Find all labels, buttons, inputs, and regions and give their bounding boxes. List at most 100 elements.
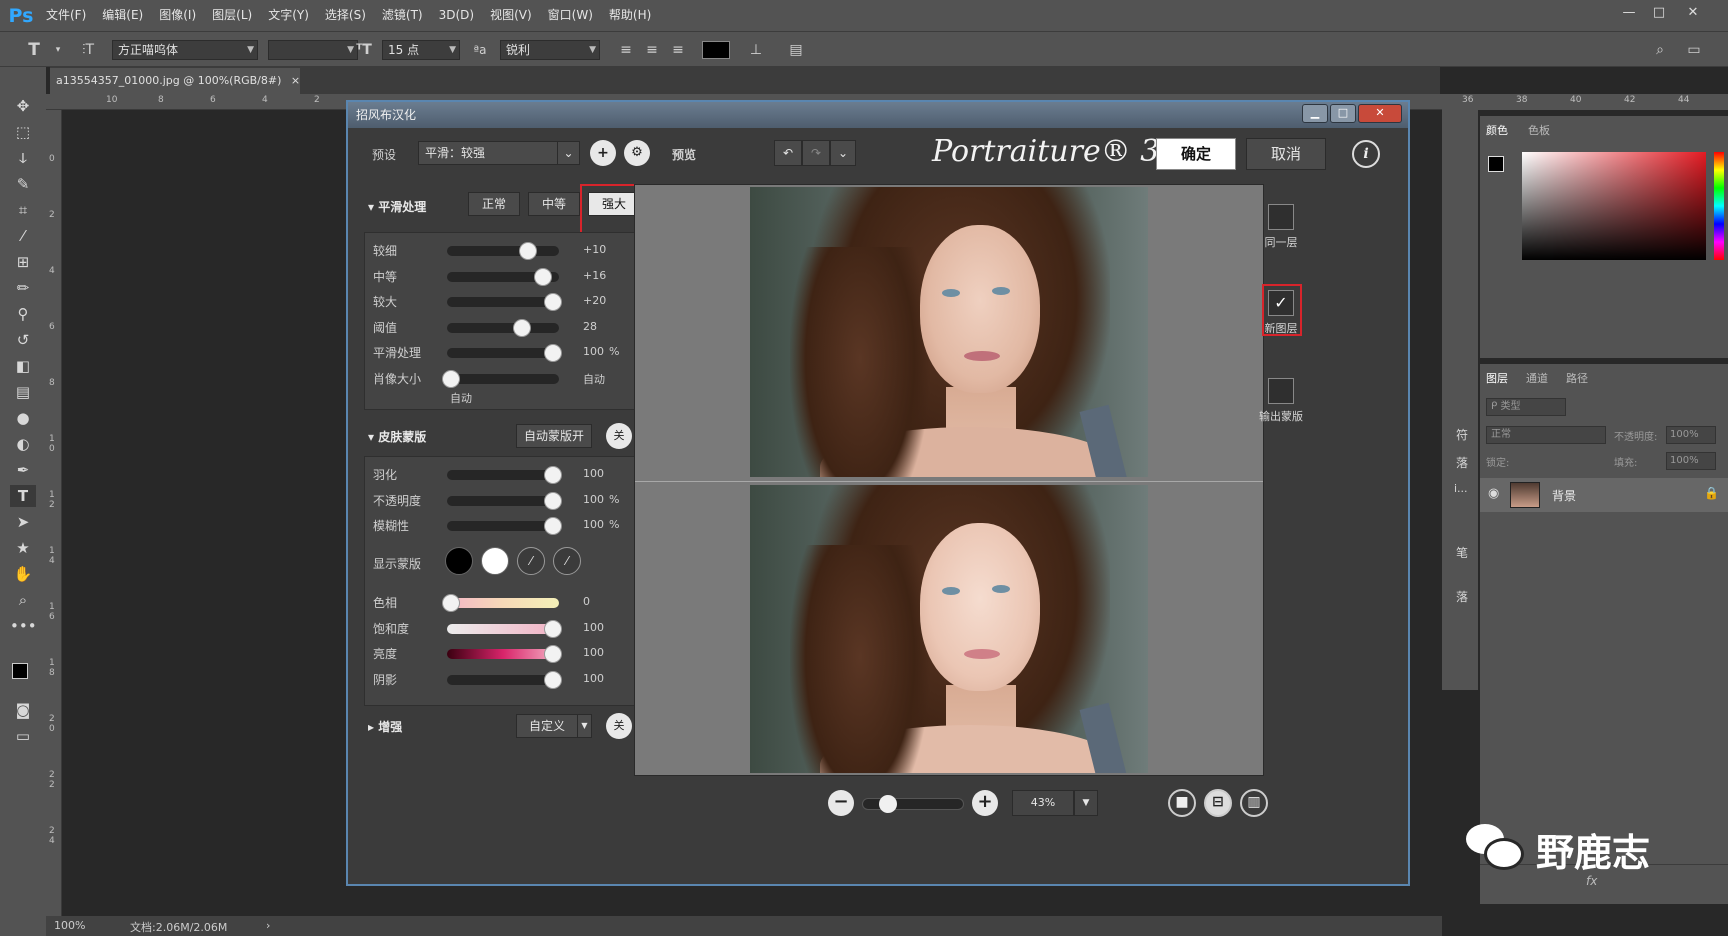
foreground-color-swatch[interactable] bbox=[12, 663, 28, 679]
stamp-tool-icon[interactable]: ⚲ bbox=[10, 303, 36, 325]
layer-row[interactable]: ◉ 背景 🔒 bbox=[1480, 478, 1728, 512]
eraser-tool-icon[interactable]: ◧ bbox=[10, 355, 36, 377]
zoom-level[interactable]: 100% bbox=[54, 919, 85, 932]
type-tool-icon[interactable]: T bbox=[24, 40, 44, 60]
menu-3d[interactable]: 3D(D) bbox=[431, 0, 482, 31]
hand-tool-icon[interactable]: ✋ bbox=[10, 563, 36, 585]
menu-edit[interactable]: 编辑(E) bbox=[94, 0, 151, 31]
undo-icon[interactable]: ↶ bbox=[774, 140, 802, 166]
slider-knob[interactable] bbox=[544, 619, 563, 638]
zoom-dropdown-icon[interactable]: ▼ bbox=[1074, 790, 1098, 816]
more-tools-icon[interactable]: ••• bbox=[10, 615, 37, 637]
enhance-section-header[interactable]: ▸ 增强 bbox=[368, 718, 402, 735]
menu-window[interactable]: 窗口(W) bbox=[540, 0, 601, 31]
smoothing-section-header[interactable]: ▾ 平滑处理 bbox=[368, 198, 426, 215]
preview-area[interactable] bbox=[634, 184, 1264, 776]
quick-mask-icon[interactable]: ◙ bbox=[10, 699, 36, 721]
pen-tool-icon[interactable]: ✒ bbox=[10, 459, 36, 481]
marquee-tool-icon[interactable]: ⬚ bbox=[10, 121, 36, 143]
visibility-eye-icon[interactable]: ◉ bbox=[1488, 486, 1499, 501]
mask-white-swatch[interactable] bbox=[481, 547, 509, 575]
mask-black-swatch[interactable] bbox=[445, 547, 473, 575]
slider-track[interactable] bbox=[447, 645, 563, 663]
enhance-toggle[interactable]: 关 bbox=[606, 713, 632, 739]
move-tool-icon[interactable]: ✥ bbox=[10, 95, 36, 117]
history-dropdown-icon[interactable]: ⌄ bbox=[830, 140, 856, 166]
color-spectrum-field[interactable] bbox=[1522, 152, 1706, 260]
slider-track[interactable] bbox=[447, 670, 563, 689]
zoom-tool-icon[interactable]: ⌕ bbox=[10, 589, 36, 611]
split-vertical-view-icon[interactable]: ▥ bbox=[1240, 789, 1268, 817]
same-layer-checkbox[interactable] bbox=[1268, 204, 1294, 230]
fill-field[interactable]: 100% bbox=[1666, 452, 1716, 470]
slider-track[interactable] bbox=[447, 491, 563, 510]
redo-icon[interactable]: ↷ bbox=[802, 140, 830, 166]
ok-button[interactable]: 确定 bbox=[1156, 138, 1236, 170]
slider-knob[interactable] bbox=[544, 645, 563, 663]
panel-foreground-swatch[interactable] bbox=[1488, 156, 1504, 172]
slider-knob[interactable] bbox=[544, 466, 563, 484]
layer-filter-select[interactable]: ᑭ 类型 bbox=[1486, 398, 1566, 416]
slider-track[interactable] bbox=[447, 344, 563, 362]
cancel-button[interactable]: 取消 bbox=[1246, 138, 1326, 170]
layer-name[interactable]: 背景 bbox=[1552, 487, 1576, 504]
slider-knob[interactable] bbox=[513, 318, 532, 337]
close-button[interactable]: ✕ bbox=[1680, 3, 1706, 23]
quick-select-tool-icon[interactable]: ✎ bbox=[10, 173, 36, 195]
zoom-slider[interactable] bbox=[862, 795, 964, 813]
slider-track[interactable] bbox=[442, 594, 559, 612]
slider-knob[interactable] bbox=[544, 293, 563, 311]
warp-text-icon[interactable]: ⊥ bbox=[746, 40, 766, 60]
slider-track[interactable] bbox=[447, 293, 563, 311]
tab-layers[interactable]: 图层 bbox=[1486, 370, 1508, 386]
shape-tool-icon[interactable]: ★ bbox=[10, 537, 36, 559]
menu-type[interactable]: 文字(Y) bbox=[260, 0, 317, 31]
workspace-icon[interactable]: ▭ bbox=[1684, 40, 1704, 60]
slider-track[interactable] bbox=[447, 267, 559, 286]
settings-gear-icon[interactable]: ⚙ bbox=[624, 140, 650, 166]
document-tab[interactable]: a13554357_01000.jpg @ 100%(RGB/8#) × bbox=[50, 68, 300, 94]
blend-mode-select[interactable]: 正常 bbox=[1486, 426, 1606, 444]
brush-tool-icon[interactable]: ✏ bbox=[10, 277, 36, 299]
slider-knob[interactable] bbox=[544, 491, 563, 510]
collapsed-panel-label[interactable]: 笔 bbox=[1456, 544, 1468, 561]
slider-knob[interactable] bbox=[544, 344, 563, 362]
search-icon[interactable]: ⌕ bbox=[1650, 40, 1670, 60]
tab-swatches[interactable]: 色板 bbox=[1528, 122, 1550, 138]
slider-knob[interactable] bbox=[518, 242, 537, 260]
zoom-in-icon[interactable]: + bbox=[972, 790, 998, 816]
minimize-button[interactable]: — bbox=[1616, 3, 1642, 23]
dodge-tool-icon[interactable]: ◐ bbox=[10, 433, 36, 455]
enhance-preset-select[interactable]: 自定义 ▼ bbox=[516, 714, 592, 738]
screen-mode-icon[interactable]: ▭ bbox=[10, 725, 36, 747]
add-preset-icon[interactable]: + bbox=[590, 140, 616, 166]
align-left-icon[interactable]: ≡ bbox=[616, 40, 636, 60]
slider-track[interactable] bbox=[447, 517, 563, 535]
collapsed-panel-label[interactable]: 落 bbox=[1456, 454, 1468, 471]
output-mask-checkbox[interactable] bbox=[1268, 378, 1294, 404]
slider-track[interactable] bbox=[447, 619, 563, 638]
opacity-field[interactable]: 100% bbox=[1666, 426, 1716, 444]
slider-knob[interactable] bbox=[442, 594, 461, 612]
close-tab-icon[interactable]: × bbox=[291, 74, 300, 87]
single-view-icon[interactable]: ■ bbox=[1168, 789, 1196, 817]
tab-channels[interactable]: 通道 bbox=[1526, 370, 1548, 386]
skin-mask-section-header[interactable]: ▾ 皮肤蒙版 bbox=[368, 428, 426, 445]
zoom-out-icon[interactable]: − bbox=[828, 790, 854, 816]
character-panel-icon[interactable]: ▤ bbox=[786, 40, 806, 60]
collapsed-panel-label[interactable]: i... bbox=[1454, 482, 1468, 495]
tool-preset-dropdown-icon[interactable]: ▾ bbox=[48, 40, 68, 60]
eyedropper-plus-icon[interactable]: ⁄ bbox=[553, 547, 581, 575]
split-horizontal-view-icon[interactable]: ⊟ bbox=[1204, 789, 1232, 817]
crop-tool-icon[interactable]: ⌗ bbox=[10, 199, 36, 221]
menu-image[interactable]: 图像(I) bbox=[151, 0, 204, 31]
info-icon[interactable]: i bbox=[1352, 140, 1380, 168]
smoothing-medium-button[interactable]: 中等 bbox=[528, 192, 580, 216]
font-style-select[interactable]: ▼ bbox=[268, 40, 358, 60]
type-tool-icon[interactable]: T bbox=[10, 485, 36, 507]
skin-mask-toggle[interactable]: 关 bbox=[606, 423, 632, 449]
align-center-icon[interactable]: ≡ bbox=[642, 40, 662, 60]
text-orientation-icon[interactable]: ⫶T bbox=[78, 40, 98, 60]
blur-tool-icon[interactable]: ● bbox=[10, 407, 36, 429]
menu-select[interactable]: 选择(S) bbox=[317, 0, 374, 31]
